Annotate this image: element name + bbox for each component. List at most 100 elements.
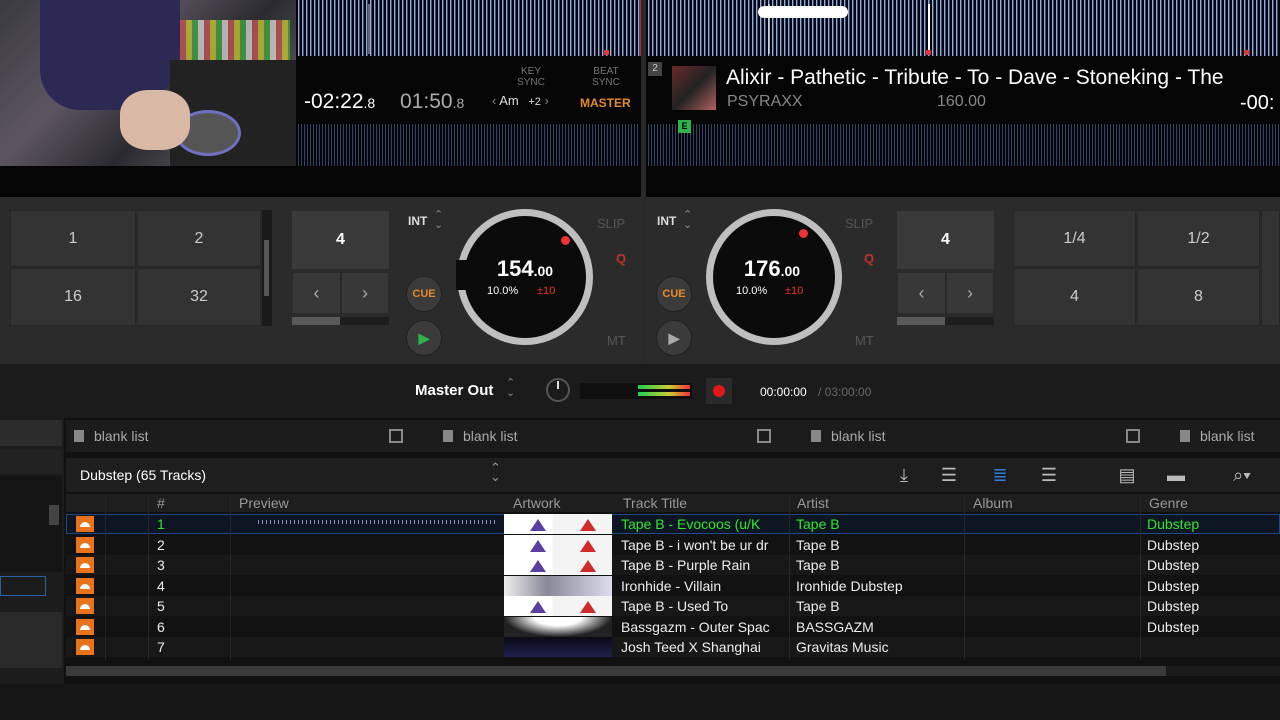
deck1-overview-waveform[interactable] xyxy=(298,0,642,56)
deck2-overview-waveform[interactable] xyxy=(648,0,1280,56)
column-artwork[interactable]: Artwork xyxy=(513,495,560,511)
loop-pad[interactable]: 1 xyxy=(10,210,136,267)
deck2-quantize-button[interactable]: Q xyxy=(864,251,874,266)
blank-list-tab[interactable]: blank list xyxy=(1180,425,1254,447)
deck1-int-label[interactable]: INT xyxy=(408,214,427,228)
deck2-loop-double-button[interactable]: › xyxy=(946,272,994,314)
checklist-icon[interactable]: ☰ xyxy=(938,464,960,486)
chevron-left-icon: ‹ xyxy=(313,282,320,303)
record-button[interactable] xyxy=(706,378,732,404)
deck2-pitch-range[interactable]: ±10 xyxy=(785,285,803,297)
download-icon[interactable]: ⤓ xyxy=(893,464,915,486)
cue-point-marker xyxy=(1244,50,1249,55)
blank-list-tab[interactable]: blank list xyxy=(443,425,517,447)
blank-list-tab[interactable]: blank list xyxy=(74,425,148,447)
track-title: Tape B - Purple Rain xyxy=(621,557,751,573)
chevron-updown-icon[interactable]: ⌃ ⌄ xyxy=(506,378,515,399)
track-genre: Dubstep xyxy=(1147,578,1200,594)
int-toggle-icon[interactable]: ⌃ ⌄ xyxy=(683,210,692,231)
key-sync-label[interactable]: KEY SYNC xyxy=(508,66,554,88)
art-shape xyxy=(580,560,596,572)
master-tempo-label[interactable]: MASTER xyxy=(580,96,631,110)
column-genre[interactable]: Genre xyxy=(1149,495,1188,511)
track-artist: Ironhide Dubstep xyxy=(796,578,903,594)
list-menu-icon[interactable] xyxy=(1126,429,1140,443)
deck1-master-tempo-button[interactable]: MT xyxy=(607,333,626,348)
deck1-zoom-waveform[interactable] xyxy=(298,124,640,166)
deck1-cue-button[interactable]: CUE xyxy=(406,276,442,312)
track-genre: Dubstep xyxy=(1147,516,1200,532)
deck1-slip-button[interactable]: SLIP xyxy=(597,216,625,231)
deck2-cue-button[interactable]: CUE xyxy=(656,276,692,312)
deck1-time-elapsed: -02:22.8 xyxy=(304,90,376,113)
loop-pad[interactable]: 16 xyxy=(10,268,136,326)
jog-position-gap xyxy=(456,260,468,290)
blank-list-tab[interactable]: blank list xyxy=(811,425,885,447)
column-number[interactable]: # xyxy=(157,495,165,511)
loop-pad[interactable]: 2 xyxy=(137,210,261,267)
art-shape xyxy=(530,601,546,613)
bottom-bar xyxy=(0,684,1280,720)
deck1-pitch-percent: 10.0% xyxy=(487,285,519,297)
sidebar-item[interactable] xyxy=(0,420,62,446)
browser-icon[interactable]: ▤ xyxy=(1116,464,1138,486)
track-genre: Dubstep xyxy=(1147,619,1200,635)
key-selector[interactable]: ‹ Am +2 › xyxy=(492,93,549,108)
soundcloud-icon xyxy=(76,578,94,594)
beat-sync-button[interactable]: BEAT SYNC xyxy=(583,66,629,88)
loop-pad[interactable]: 8 xyxy=(1137,268,1260,326)
horizontal-scrollbar[interactable] xyxy=(66,666,1166,676)
chevron-updown-icon[interactable]: ⌃ ⌄ xyxy=(490,461,501,483)
list-view-icon[interactable]: ≣ xyxy=(989,464,1011,486)
sidebar-item[interactable] xyxy=(0,450,62,474)
sidebar-selected-item[interactable] xyxy=(0,576,46,596)
deck1-play-button[interactable]: ▶ xyxy=(406,320,442,356)
cue-point-marker xyxy=(926,50,931,55)
deck2-slip-button[interactable]: SLIP xyxy=(845,216,873,231)
detail-view-icon[interactable]: ☰ xyxy=(1038,464,1060,486)
column-album[interactable]: Album xyxy=(973,495,1013,511)
deck2-master-tempo-button[interactable]: MT xyxy=(855,333,874,348)
deck2-number-badge: 2 xyxy=(648,62,662,76)
loop-pad[interactable]: 4 xyxy=(1013,268,1136,326)
deck1-loop-size[interactable]: 4 xyxy=(292,211,389,269)
list-menu-icon[interactable] xyxy=(389,429,403,443)
deck2-int-label[interactable]: INT xyxy=(657,214,676,228)
track-number: 2 xyxy=(157,537,165,553)
pad-scroll-thumb[interactable] xyxy=(264,240,269,296)
deck1-quantize-button[interactable]: Q xyxy=(616,251,626,266)
deck2-play-button[interactable]: ▶ xyxy=(656,320,692,356)
list-menu-icon[interactable] xyxy=(757,429,771,443)
record-time: 00:00:00 xyxy=(760,385,807,399)
loop-pad[interactable]: 1/4 xyxy=(1013,210,1136,267)
crate-name[interactable]: Dubstep (65 Tracks) xyxy=(80,467,206,483)
master-out-selector[interactable]: Master Out xyxy=(415,382,493,399)
loop-pad[interactable]: 32 xyxy=(137,268,261,326)
column-track-title[interactable]: Track Title xyxy=(623,495,687,511)
deck1-loop-double-button[interactable]: › xyxy=(341,272,389,314)
loop-marker[interactable]: E xyxy=(678,120,691,133)
deck2-loop-halve-button[interactable]: ‹ xyxy=(897,272,946,314)
layout-icon[interactable]: ▬ xyxy=(1165,464,1187,486)
chevron-right-icon[interactable]: › xyxy=(545,93,549,108)
loop-pad[interactable]: 1/2 xyxy=(1137,210,1260,267)
soundcloud-icon xyxy=(76,516,94,532)
column-preview[interactable]: Preview xyxy=(239,495,289,511)
loop-pad-overflow[interactable] xyxy=(1261,210,1280,326)
deck1-loop-halve-button[interactable]: ‹ xyxy=(292,272,341,314)
search-icon[interactable]: ⌕▾ xyxy=(1224,464,1260,486)
deck1-pitch-range[interactable]: ±10 xyxy=(537,285,555,297)
track-title: Josh Teed X Shanghai xyxy=(621,639,761,655)
track-number: 1 xyxy=(157,516,165,532)
track-artist: Tape B xyxy=(796,557,840,573)
webcam-overlay xyxy=(0,0,296,166)
deck2-loop-size[interactable]: 4 xyxy=(897,211,994,269)
deck2-zoom-waveform[interactable] xyxy=(648,124,1280,166)
column-artist[interactable]: Artist xyxy=(797,495,829,511)
preview-waveform[interactable] xyxy=(258,520,498,524)
sidebar-scrollbar[interactable] xyxy=(49,505,59,525)
deck1-bpm-display: 154.00 xyxy=(496,256,554,281)
master-volume-knob[interactable] xyxy=(546,378,570,402)
int-toggle-icon[interactable]: ⌃ ⌄ xyxy=(434,210,443,231)
chevron-left-icon[interactable]: ‹ xyxy=(492,93,496,108)
